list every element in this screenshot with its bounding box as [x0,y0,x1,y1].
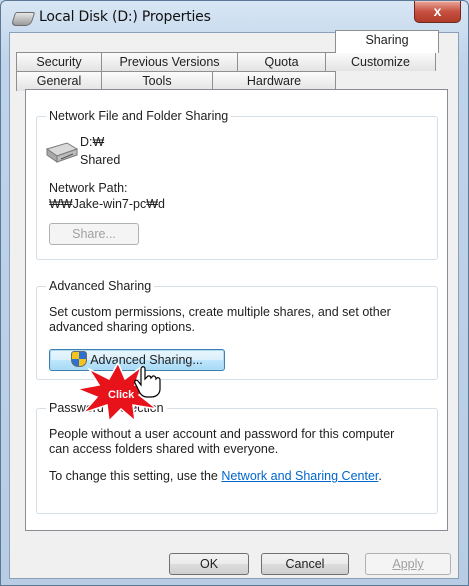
network-sharing-center-link[interactable]: Network and Sharing Center [221,469,378,483]
tab-security[interactable]: Security [16,52,102,71]
tab-quota[interactable]: Quota [237,52,326,71]
tab-sharing[interactable]: Sharing [335,30,439,53]
window-title: Local Disk (D:) Properties [39,9,211,25]
click-label: Click [108,389,135,401]
title-bar[interactable]: Local Disk (D:) Properties x [1,1,468,33]
change-prefix: To change this setting, use the [49,469,222,483]
drive-status: Shared [80,153,121,167]
ok-button[interactable]: OK [169,553,249,575]
advanced-description-line1: Set custom permissions, create multiple … [49,305,391,319]
password-protection-group: Password Protection People without a use… [36,401,438,514]
tab-previous-versions[interactable]: Previous Versions [101,52,238,71]
password-description-line2: can access folders shared with everyone. [49,442,279,456]
group-label: Advanced Sharing [46,279,155,293]
change-suffix: . [378,469,382,483]
tab-tools[interactable]: Tools [101,71,213,91]
apply-button[interactable]: Apply [365,553,451,575]
network-path-label: Network Path: [49,181,128,195]
network-path-value: ₩₩Jake-win7-pc₩d [49,197,165,211]
properties-window: Local Disk (D:) Properties x Security Pr… [0,0,469,586]
group-label: Network File and Folder Sharing [46,109,232,123]
share-button[interactable]: Share... [49,223,139,245]
apply-label: Apply [392,557,424,571]
hand-cursor-icon [134,366,161,398]
cancel-button[interactable]: Cancel [261,553,349,575]
tab-general[interactable]: General [16,71,102,91]
close-button[interactable]: x [414,1,461,23]
sharing-tab-panel: Network File and Folder Sharing D:₩ Shar… [25,89,448,531]
tab-hardware[interactable]: Hardware [212,71,336,91]
hard-drive-icon [45,142,79,163]
tab-customize[interactable]: Customize [325,52,436,71]
change-setting-text: To change this setting, use the Network … [49,469,382,483]
advanced-description-line2: advanced sharing options. [49,320,195,334]
password-description-line1: People without a user account and passwo… [49,427,395,441]
drive-name: D:₩ [80,135,105,149]
network-sharing-group: Network File and Folder Sharing D:₩ Shar… [36,109,438,260]
drive-icon [10,12,36,26]
